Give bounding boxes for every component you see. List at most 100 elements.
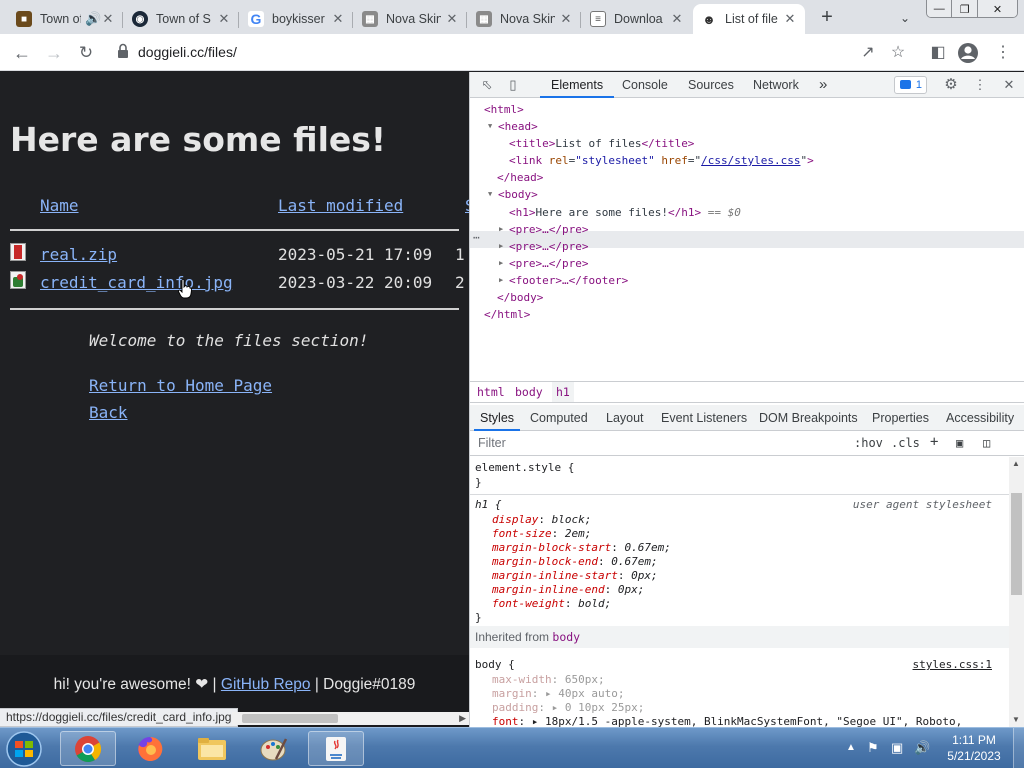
class-toggle[interactable]: .cls	[891, 436, 920, 450]
expand-triangle-icon[interactable]: ▶	[499, 238, 503, 255]
css-declaration-inactive[interactable]: padding: ▸ 0 10px 25px;	[492, 701, 644, 715]
tab-google-search[interactable]: G boykisser ✕	[240, 4, 353, 34]
styles-css-source-link[interactable]: styles.css:1	[913, 658, 992, 671]
restore-button[interactable]: ❐	[952, 0, 978, 17]
new-tab-button[interactable]: +	[815, 6, 839, 30]
device-toolbar-icon[interactable]: ▯	[504, 76, 522, 94]
breadcrumb-html[interactable]: html	[477, 382, 505, 402]
close-devtools-icon[interactable]: ✕	[1000, 76, 1018, 94]
css-declaration[interactable]: font: ▸ 18px/1.5 -apple-system, BlinkMac…	[492, 715, 962, 727]
side-panel-icon[interactable]: ◧	[925, 40, 951, 66]
taskbar-firefox[interactable]	[122, 731, 178, 766]
tab-town-of-salem[interactable]: ■ Town of 🔊 ✕	[8, 4, 123, 34]
paint-bucket-icon[interactable]: ▣	[956, 436, 963, 450]
tab-nova-skin-1[interactable]: ▦ Nova Skin ✕	[354, 4, 467, 34]
audio-icon[interactable]: 🔊	[85, 11, 101, 27]
breadcrumb-h1[interactable]: h1	[552, 382, 574, 402]
tab-close-icon[interactable]: ✕	[101, 11, 115, 27]
dom-node-pre[interactable]: ▶ <pre>…</pre>	[499, 255, 588, 272]
styles-filter-input[interactable]: Filter	[478, 436, 506, 450]
start-button[interactable]	[2, 729, 46, 768]
share-icon[interactable]: ↗	[855, 40, 881, 66]
scrollbar-thumb[interactable]	[1011, 493, 1022, 595]
taskbar-chrome[interactable]	[60, 731, 116, 766]
dom-node-title[interactable]: <title>List of files</title>	[509, 135, 694, 152]
sort-by-name-link[interactable]: Name	[40, 196, 79, 215]
scroll-up-arrow-icon[interactable]: ▲	[1012, 459, 1020, 468]
toggle-sidebar-icon[interactable]: ◫	[983, 436, 990, 450]
dom-node-html-close[interactable]: </html>	[484, 306, 530, 323]
body-rule-selector[interactable]: body {	[475, 658, 515, 672]
dom-node-link[interactable]: <link rel="stylesheet" href="/css/styles…	[509, 152, 814, 169]
more-tabs-chevron-icon[interactable]: »	[819, 72, 827, 98]
dom-node-head[interactable]: ▼ <head>	[488, 118, 538, 135]
collapse-triangle-icon[interactable]: ▼	[488, 186, 492, 203]
tab-computed[interactable]: Computed	[530, 405, 588, 431]
stylesheet-link[interactable]: /css/styles.css	[701, 154, 800, 167]
element-style-selector[interactable]: element.style {	[475, 461, 574, 475]
scroll-right-arrow-icon[interactable]: ▶	[459, 712, 466, 725]
profile-avatar-icon[interactable]	[957, 42, 979, 64]
tab-close-icon[interactable]: ✕	[217, 11, 231, 27]
dom-node-head-close[interactable]: </head>	[497, 169, 543, 186]
reload-icon[interactable]: ↻	[73, 40, 99, 66]
taskbar-java[interactable]	[308, 731, 364, 766]
tab-properties[interactable]: Properties	[872, 405, 929, 431]
css-declaration[interactable]: margin-inline-start: 0px;	[492, 569, 658, 583]
back-arrow-icon[interactable]: ←	[9, 40, 35, 66]
devtools-menu-icon[interactable]: ⋮	[971, 76, 989, 94]
css-declaration[interactable]: font-weight: bold;	[492, 597, 611, 611]
tab-close-icon[interactable]: ✕	[670, 11, 684, 27]
tab-event-listeners[interactable]: Event Listeners	[661, 405, 747, 431]
network-icon[interactable]: ▣	[891, 740, 903, 756]
issues-counter-button[interactable]: 1	[894, 76, 927, 94]
styles-vertical-scrollbar[interactable]: ▲ ▼	[1009, 457, 1024, 727]
action-center-flag-icon[interactable]: ⚑	[867, 740, 879, 756]
settings-gear-icon[interactable]: ⚙	[942, 76, 960, 94]
css-declaration[interactable]: margin-block-start: 0.67em;	[492, 541, 671, 555]
taskbar-explorer[interactable]	[184, 731, 240, 766]
expand-triangle-icon[interactable]: ▶	[499, 255, 503, 272]
dom-node-html[interactable]: <html>	[484, 101, 524, 118]
tab-elements[interactable]: Elements	[540, 72, 615, 98]
css-declaration[interactable]: margin-block-end: 0.67em;	[492, 555, 658, 569]
minimize-button[interactable]: —	[927, 0, 953, 17]
dom-node-pre[interactable]: ▶ <pre>…</pre>	[499, 221, 588, 238]
new-style-rule-icon[interactable]: +	[930, 434, 938, 450]
tab-download[interactable]: ≡ Downloa ✕	[582, 4, 692, 34]
tab-layout[interactable]: Layout	[606, 405, 644, 431]
dom-node-h1-selected[interactable]: <h1>Here are some files!</h1> == $0	[509, 204, 741, 221]
css-declaration[interactable]: display: block;	[492, 513, 591, 527]
show-hidden-icons-arrow[interactable]: ▲	[846, 742, 856, 753]
github-repo-link[interactable]: GitHub Repo	[221, 676, 311, 693]
tab-nova-skin-2[interactable]: ▦ Nova Skin ✕	[468, 4, 581, 34]
inherited-from-body-link[interactable]: body	[552, 630, 580, 644]
sort-by-modified-link[interactable]: Last modified	[278, 196, 403, 215]
dom-node-pre[interactable]: ▶ <pre>…</pre>	[499, 238, 588, 255]
hover-state-toggle[interactable]: :hov	[854, 436, 883, 450]
tab-list-of-files[interactable]: ☻ List of file ✕	[693, 4, 805, 34]
css-declaration[interactable]: font-size: 2em;	[492, 527, 591, 541]
tab-close-icon[interactable]: ✕	[331, 11, 345, 27]
tab-close-icon[interactable]: ✕	[783, 11, 797, 27]
tab-town-of-salem-steam[interactable]: ◉ Town of S ✕	[124, 4, 239, 34]
tab-network[interactable]: Network	[753, 72, 799, 98]
collapse-triangle-icon[interactable]: ▼	[488, 118, 492, 135]
home-page-link[interactable]: Return to Home Page	[89, 376, 272, 395]
volume-icon[interactable]: 🔊	[914, 740, 930, 756]
close-window-button[interactable]: ✕	[977, 0, 1017, 17]
horizontal-scrollbar[interactable]: ▶	[232, 712, 469, 725]
forward-arrow-icon[interactable]: →	[41, 40, 67, 66]
scrollbar-thumb[interactable]	[242, 714, 338, 723]
dom-node-body-close[interactable]: </body>	[497, 289, 543, 306]
scroll-down-arrow-icon[interactable]: ▼	[1012, 715, 1020, 724]
back-link[interactable]: Back	[89, 403, 128, 422]
system-clock[interactable]: 1:11 PM 5/21/2023	[938, 732, 1010, 764]
inspect-element-icon[interactable]: ⬁	[478, 76, 496, 94]
lock-icon[interactable]	[117, 43, 129, 59]
css-declaration-inactive[interactable]: margin: ▸ 40px auto;	[492, 687, 624, 701]
breadcrumb-body[interactable]: body	[515, 382, 543, 402]
show-desktop-button[interactable]	[1013, 728, 1024, 768]
node-actions-ellipsis-icon[interactable]: ⋯	[473, 231, 480, 245]
expand-triangle-icon[interactable]: ▶	[499, 272, 503, 289]
